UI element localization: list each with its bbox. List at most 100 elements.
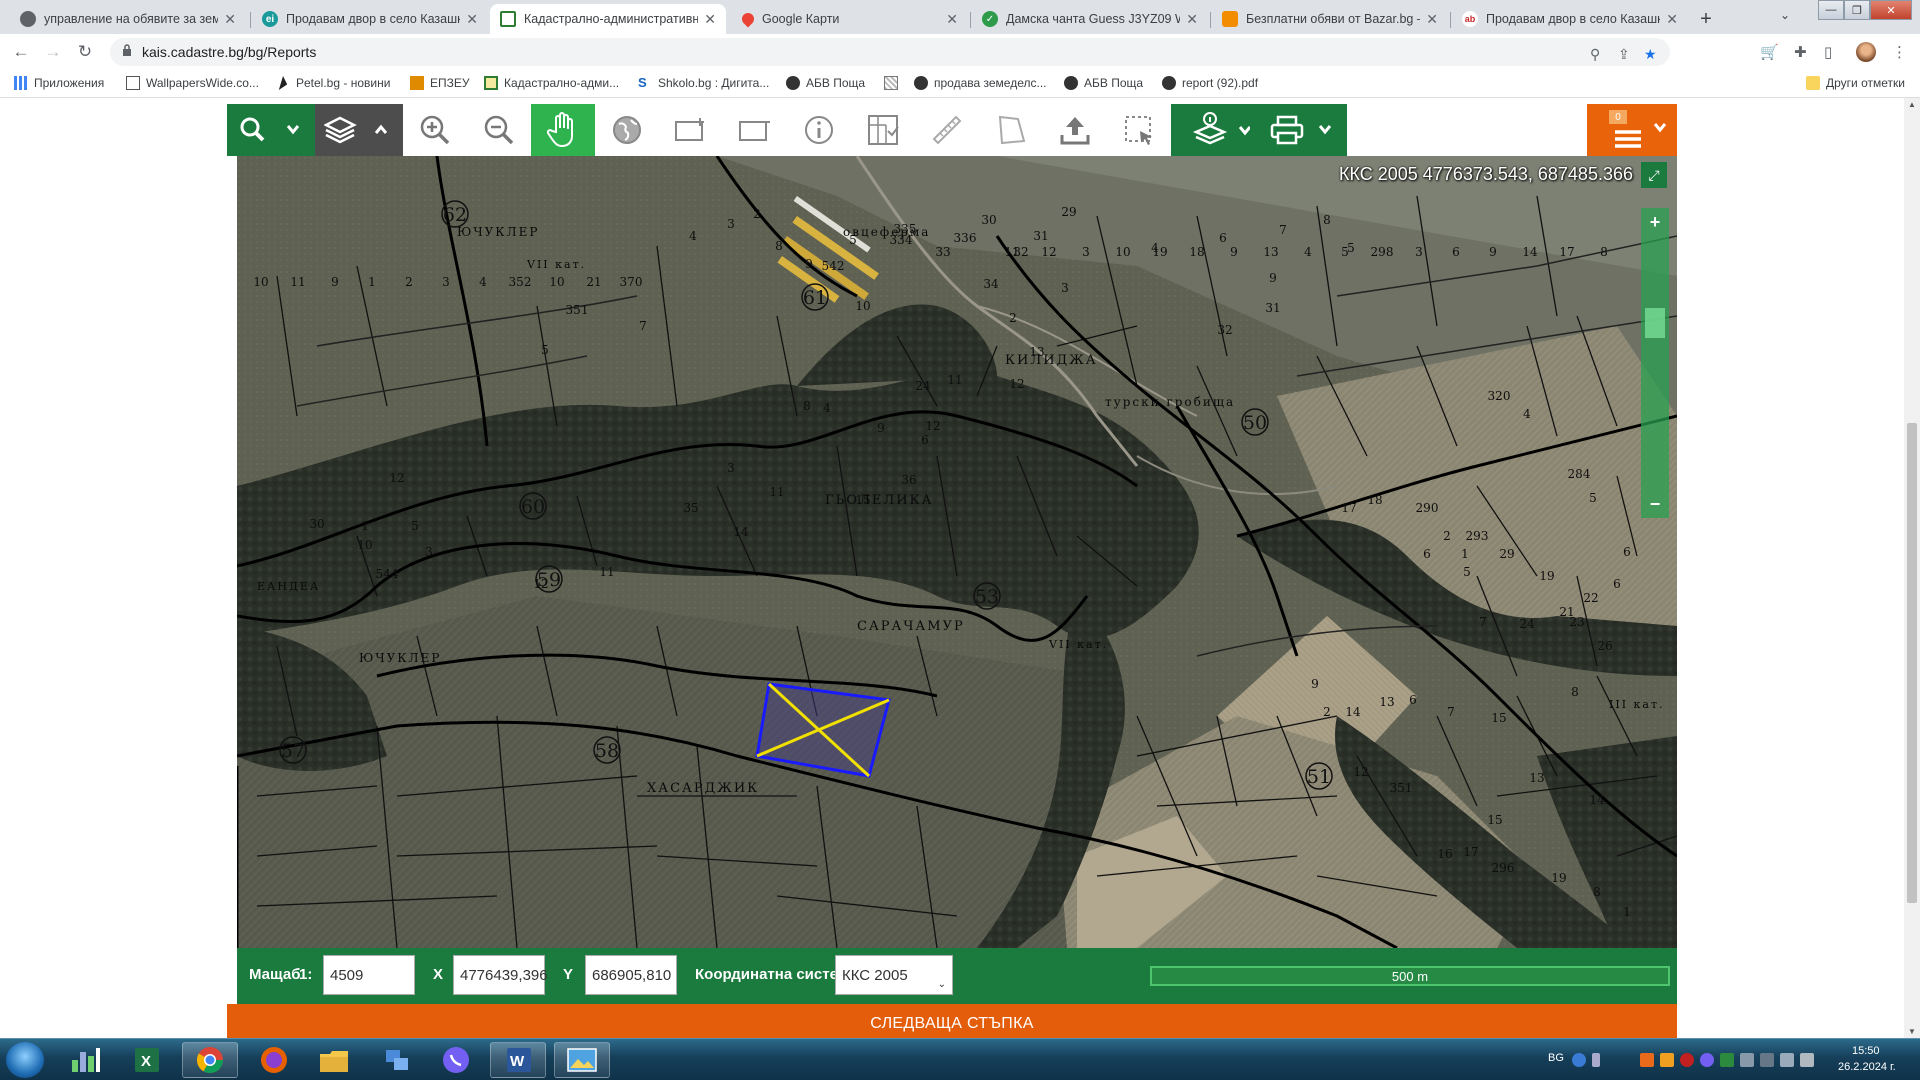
page-scrollbar[interactable]: ▲ ▼ — [1904, 98, 1920, 1038]
viber-tray-icon[interactable] — [1700, 1053, 1714, 1067]
new-tab-button[interactable]: + — [1693, 6, 1719, 32]
info-layers-tool-button[interactable] — [1171, 104, 1259, 156]
upload-tool-button[interactable] — [1043, 104, 1107, 156]
measure-area-tool-button[interactable] — [979, 104, 1043, 156]
cadastral-map-canvas[interactable]: 626160595053585751 234 589335334 336333029… — [237, 156, 1677, 948]
scale-input[interactable]: 4509 — [323, 955, 415, 995]
tab-2[interactable]: ei Продавам двор в село Казашка ✕ — [252, 4, 488, 34]
legend-tool-button[interactable] — [851, 104, 915, 156]
zoom-in-tool-button[interactable] — [403, 104, 467, 156]
bookmark-report-pdf[interactable]: report (92).pdf — [1162, 76, 1258, 90]
close-icon[interactable]: ✕ — [1666, 11, 1678, 28]
bookmark-wallpaperswide[interactable]: WallpapersWide.co... — [126, 76, 259, 90]
close-icon[interactable]: ✕ — [946, 11, 958, 28]
next-step-button[interactable]: СЛЕДВАЩА СТЪПКА — [227, 1004, 1677, 1038]
scroll-up-icon[interactable]: ▲ — [1908, 100, 1916, 109]
cadastral-block-marker[interactable]: 51 — [1305, 762, 1333, 790]
tab-4[interactable]: Google Карти ✕ — [732, 4, 968, 34]
other-bookmarks[interactable]: Други отметки — [1806, 76, 1905, 90]
taskbar-app-photos[interactable] — [554, 1042, 610, 1078]
forward-arrow-icon[interactable]: → — [42, 42, 64, 62]
cadastral-block-marker[interactable]: 61 — [801, 283, 829, 311]
cadastral-block-marker[interactable]: 60 — [519, 492, 547, 520]
tab-1[interactable]: управление на обявите за земе ✕ — [10, 4, 246, 34]
scroll-down-icon[interactable]: ▼ — [1908, 1027, 1916, 1036]
tab-search-chevron-icon[interactable]: ⌄ — [1780, 8, 1790, 22]
layers-tool-button[interactable] — [315, 104, 403, 156]
x-coordinate-input[interactable]: 4776439,396 — [453, 955, 548, 995]
menu-kebab-icon[interactable]: ⋮ — [1892, 43, 1907, 61]
tray-app-icon[interactable] — [1660, 1053, 1674, 1067]
zoom-slider-handle[interactable] — [1645, 308, 1665, 338]
taskbar-app-manager[interactable] — [58, 1042, 114, 1078]
battery-icon[interactable] — [1800, 1053, 1814, 1067]
zoom-icon[interactable]: ⚲ — [1590, 46, 1600, 63]
results-menu-button[interactable]: 0 — [1587, 104, 1677, 156]
remove-rectangle-tool-button[interactable] — [723, 104, 787, 156]
measure-distance-tool-button[interactable] — [915, 104, 979, 156]
bookmark-epzeu[interactable]: ЕПЗЕУ — [410, 76, 470, 90]
tab-7[interactable]: ab Продавам двор в село Казашка ✕ — [1452, 4, 1688, 34]
taskbar-app-firefox[interactable] — [246, 1042, 302, 1078]
minimize-button[interactable]: — — [1818, 0, 1844, 20]
scrollbar-thumb[interactable] — [1907, 423, 1917, 903]
tab-6[interactable]: Безплатни обяви от Bazar.bg – с ✕ — [1212, 4, 1448, 34]
cadastral-block-marker[interactable]: 57 — [279, 736, 307, 764]
side-panel-icon[interactable]: ▯ — [1824, 43, 1832, 61]
taskbar-app-explorer[interactable] — [306, 1042, 362, 1078]
cadastral-block-marker[interactable]: 58 — [593, 736, 621, 764]
cadastral-block-marker[interactable]: 50 — [1241, 408, 1269, 436]
maximize-button[interactable]: ❐ — [1844, 0, 1870, 20]
search-tool-button[interactable] — [227, 104, 315, 156]
tab-3-active[interactable]: Кадастрално-административна ✕ — [490, 4, 726, 34]
bookmark-abv-mail[interactable]: АБВ Поща — [786, 76, 865, 90]
select-area-tool-button[interactable] — [1107, 104, 1171, 156]
bookmark-star-icon[interactable]: ★ — [1644, 46, 1657, 63]
coordinate-system-select[interactable]: ККС 2005 ⌄ — [835, 955, 953, 995]
start-button[interactable] — [6, 1042, 44, 1078]
tab-5[interactable]: ✓ Дамска чанта Guess J3YZ09 WF ✕ — [972, 4, 1208, 34]
tray-app-icon[interactable] — [1720, 1053, 1734, 1067]
taskbar-app-excel[interactable]: X — [118, 1042, 174, 1078]
y-coordinate-input[interactable]: 686905,810 — [585, 955, 677, 995]
info-tool-button[interactable] — [787, 104, 851, 156]
zoom-out-tool-button[interactable] — [467, 104, 531, 156]
bookmark-image[interactable] — [884, 76, 904, 90]
share-icon[interactable]: ⇪ — [1618, 46, 1630, 63]
close-icon[interactable]: ✕ — [1186, 11, 1198, 28]
taskbar-app-chrome[interactable] — [182, 1042, 238, 1078]
bookmark-petel[interactable]: Petel.bg - новини — [276, 76, 390, 90]
taskbar-app-network[interactable] — [368, 1042, 424, 1078]
close-icon[interactable]: ✕ — [1426, 11, 1438, 28]
close-icon[interactable]: ✕ — [466, 11, 478, 28]
pan-tool-button[interactable] — [531, 104, 595, 156]
close-icon[interactable]: ✕ — [704, 11, 716, 28]
cart-extension-icon[interactable]: 🛒 — [1760, 43, 1779, 61]
cadastral-block-marker[interactable]: 53 — [973, 582, 1001, 610]
back-arrow-icon[interactable]: ← — [10, 42, 32, 62]
bookmark-abv-mail-2[interactable]: АБВ Поща — [1064, 76, 1143, 90]
bookmark-prodava[interactable]: продава земеделс... — [914, 76, 1047, 90]
bookmark-shkolo[interactable]: S Shkolo.bg : Дигита... — [638, 76, 769, 91]
help-icon[interactable] — [1572, 1053, 1586, 1067]
keyboard-language[interactable]: BG — [1548, 1052, 1564, 1064]
reload-icon[interactable]: ↻ — [74, 42, 96, 62]
zoom-in-button[interactable]: + — [1641, 208, 1669, 236]
taskbar-app-word[interactable]: W — [490, 1042, 546, 1078]
profile-avatar[interactable] — [1856, 42, 1876, 62]
cadastral-block-marker[interactable]: 62 — [441, 200, 469, 228]
antivirus-icon[interactable] — [1680, 1053, 1694, 1067]
close-icon[interactable]: ✕ — [224, 11, 236, 28]
pen-icon[interactable] — [1592, 1053, 1600, 1067]
fullscreen-icon[interactable]: ⤢ — [1641, 162, 1667, 188]
flag-icon[interactable] — [1760, 1053, 1774, 1067]
bookmark-apps[interactable]: Приложения — [14, 76, 104, 90]
map-viewport[interactable]: 62 61 60 59 50 53 58 57 51 2 3 4 5 8 9 335 334 336 33 30 29… — [237, 156, 1677, 948]
add-rectangle-tool-button[interactable] — [659, 104, 723, 156]
taskbar-app-viber[interactable] — [428, 1042, 484, 1078]
tray-app-icon[interactable] — [1640, 1053, 1654, 1067]
print-tool-button[interactable] — [1259, 104, 1347, 156]
volume-icon[interactable] — [1780, 1053, 1794, 1067]
close-window-button[interactable]: ✕ — [1870, 0, 1912, 20]
zoom-out-button[interactable]: − — [1641, 490, 1669, 518]
